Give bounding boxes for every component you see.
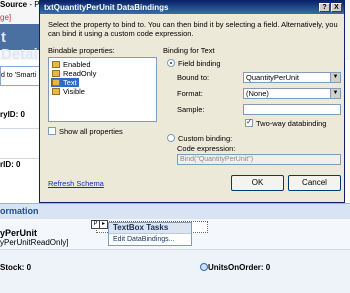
code-expression-field[interactable]: Bind("QuantityPerUnit") bbox=[177, 154, 341, 165]
help-button[interactable]: ? bbox=[319, 3, 330, 12]
property-item-enabled[interactable]: Enabled bbox=[51, 60, 93, 69]
chevron-down-icon: ▼ bbox=[330, 73, 340, 82]
bound-to-dropdown[interactable]: QuantityPerUnit ▼ bbox=[243, 72, 341, 83]
property-icon bbox=[52, 79, 60, 86]
chevron-down-icon: ▼ bbox=[330, 89, 340, 98]
quantity-readonly-label: yPerUnitReadOnly] bbox=[0, 238, 69, 247]
property-item-visible[interactable]: Visible bbox=[51, 87, 87, 96]
field-binding-radio[interactable] bbox=[167, 59, 175, 67]
format-dropdown[interactable]: (None) ▼ bbox=[243, 88, 341, 99]
bindable-properties-label: Bindable properties: bbox=[48, 46, 115, 55]
field-binding-label: Field binding bbox=[178, 59, 221, 68]
sample-label: Sample: bbox=[177, 105, 205, 114]
property-item-text[interactable]: Text bbox=[51, 78, 79, 87]
show-all-properties-checkbox[interactable] bbox=[48, 127, 56, 135]
quantity-per-unit-label: yPerUnit bbox=[0, 228, 38, 238]
property-item-readonly[interactable]: ReadOnly bbox=[51, 69, 98, 78]
textbox-tasks-panel: TextBox Tasks Edit DataBindings... bbox=[108, 222, 192, 246]
page-tag: ge] bbox=[0, 13, 12, 22]
field-row bbox=[0, 128, 42, 159]
supplier-id-field: rID: 0 bbox=[0, 160, 21, 169]
property-icon bbox=[52, 70, 60, 77]
two-way-databinding-label: Two-way databinding bbox=[256, 119, 327, 128]
edit-databindings-link[interactable]: Edit DataBindings... bbox=[109, 234, 191, 245]
details-header: t Detai bbox=[0, 24, 42, 63]
bound-to-label: d to 'Smarti bbox=[0, 66, 42, 86]
refresh-schema-link[interactable]: Refresh Schema bbox=[48, 179, 104, 188]
code-expression-label: Code expression: bbox=[177, 144, 236, 153]
section-header: ormation bbox=[0, 203, 350, 220]
cancel-button[interactable]: Cancel bbox=[288, 175, 341, 191]
ok-button[interactable]: OK bbox=[231, 175, 284, 191]
binding-for-label: Binding for Text bbox=[163, 46, 215, 55]
custom-binding-radio[interactable] bbox=[167, 134, 175, 142]
smart-tag-icon[interactable]: ▸ bbox=[99, 220, 108, 229]
close-button[interactable]: X bbox=[331, 3, 342, 12]
sample-field bbox=[243, 104, 341, 115]
units-on-order-field: UnitsOnOrder: 0 bbox=[208, 263, 271, 272]
stock-row bbox=[0, 250, 350, 293]
dialog-title: txtQuantityPerUnit DataBindings bbox=[40, 1, 344, 14]
units-in-stock-field: Stock: 0 bbox=[0, 263, 32, 272]
property-icon bbox=[52, 61, 60, 68]
category-id-field: ryID: 0 bbox=[0, 110, 25, 119]
format-label: Format: bbox=[177, 89, 203, 98]
field-icon bbox=[200, 263, 208, 271]
bound-to-label: Bound to: bbox=[177, 73, 210, 82]
show-all-properties-label: Show all properties bbox=[59, 127, 123, 136]
two-way-databinding-checkbox[interactable] bbox=[245, 117, 253, 127]
databindings-dialog: txtQuantityPerUnit DataBindings ? X Sele… bbox=[39, 0, 345, 203]
custom-binding-label: Custom binding: bbox=[178, 134, 233, 143]
tasks-title: TextBox Tasks bbox=[109, 223, 191, 234]
bindable-properties-list[interactable]: Enabled ReadOnly Text Visible bbox=[48, 57, 157, 122]
property-icon bbox=[52, 88, 60, 95]
dialog-description: Select the property to bind to. You can … bbox=[48, 20, 338, 38]
